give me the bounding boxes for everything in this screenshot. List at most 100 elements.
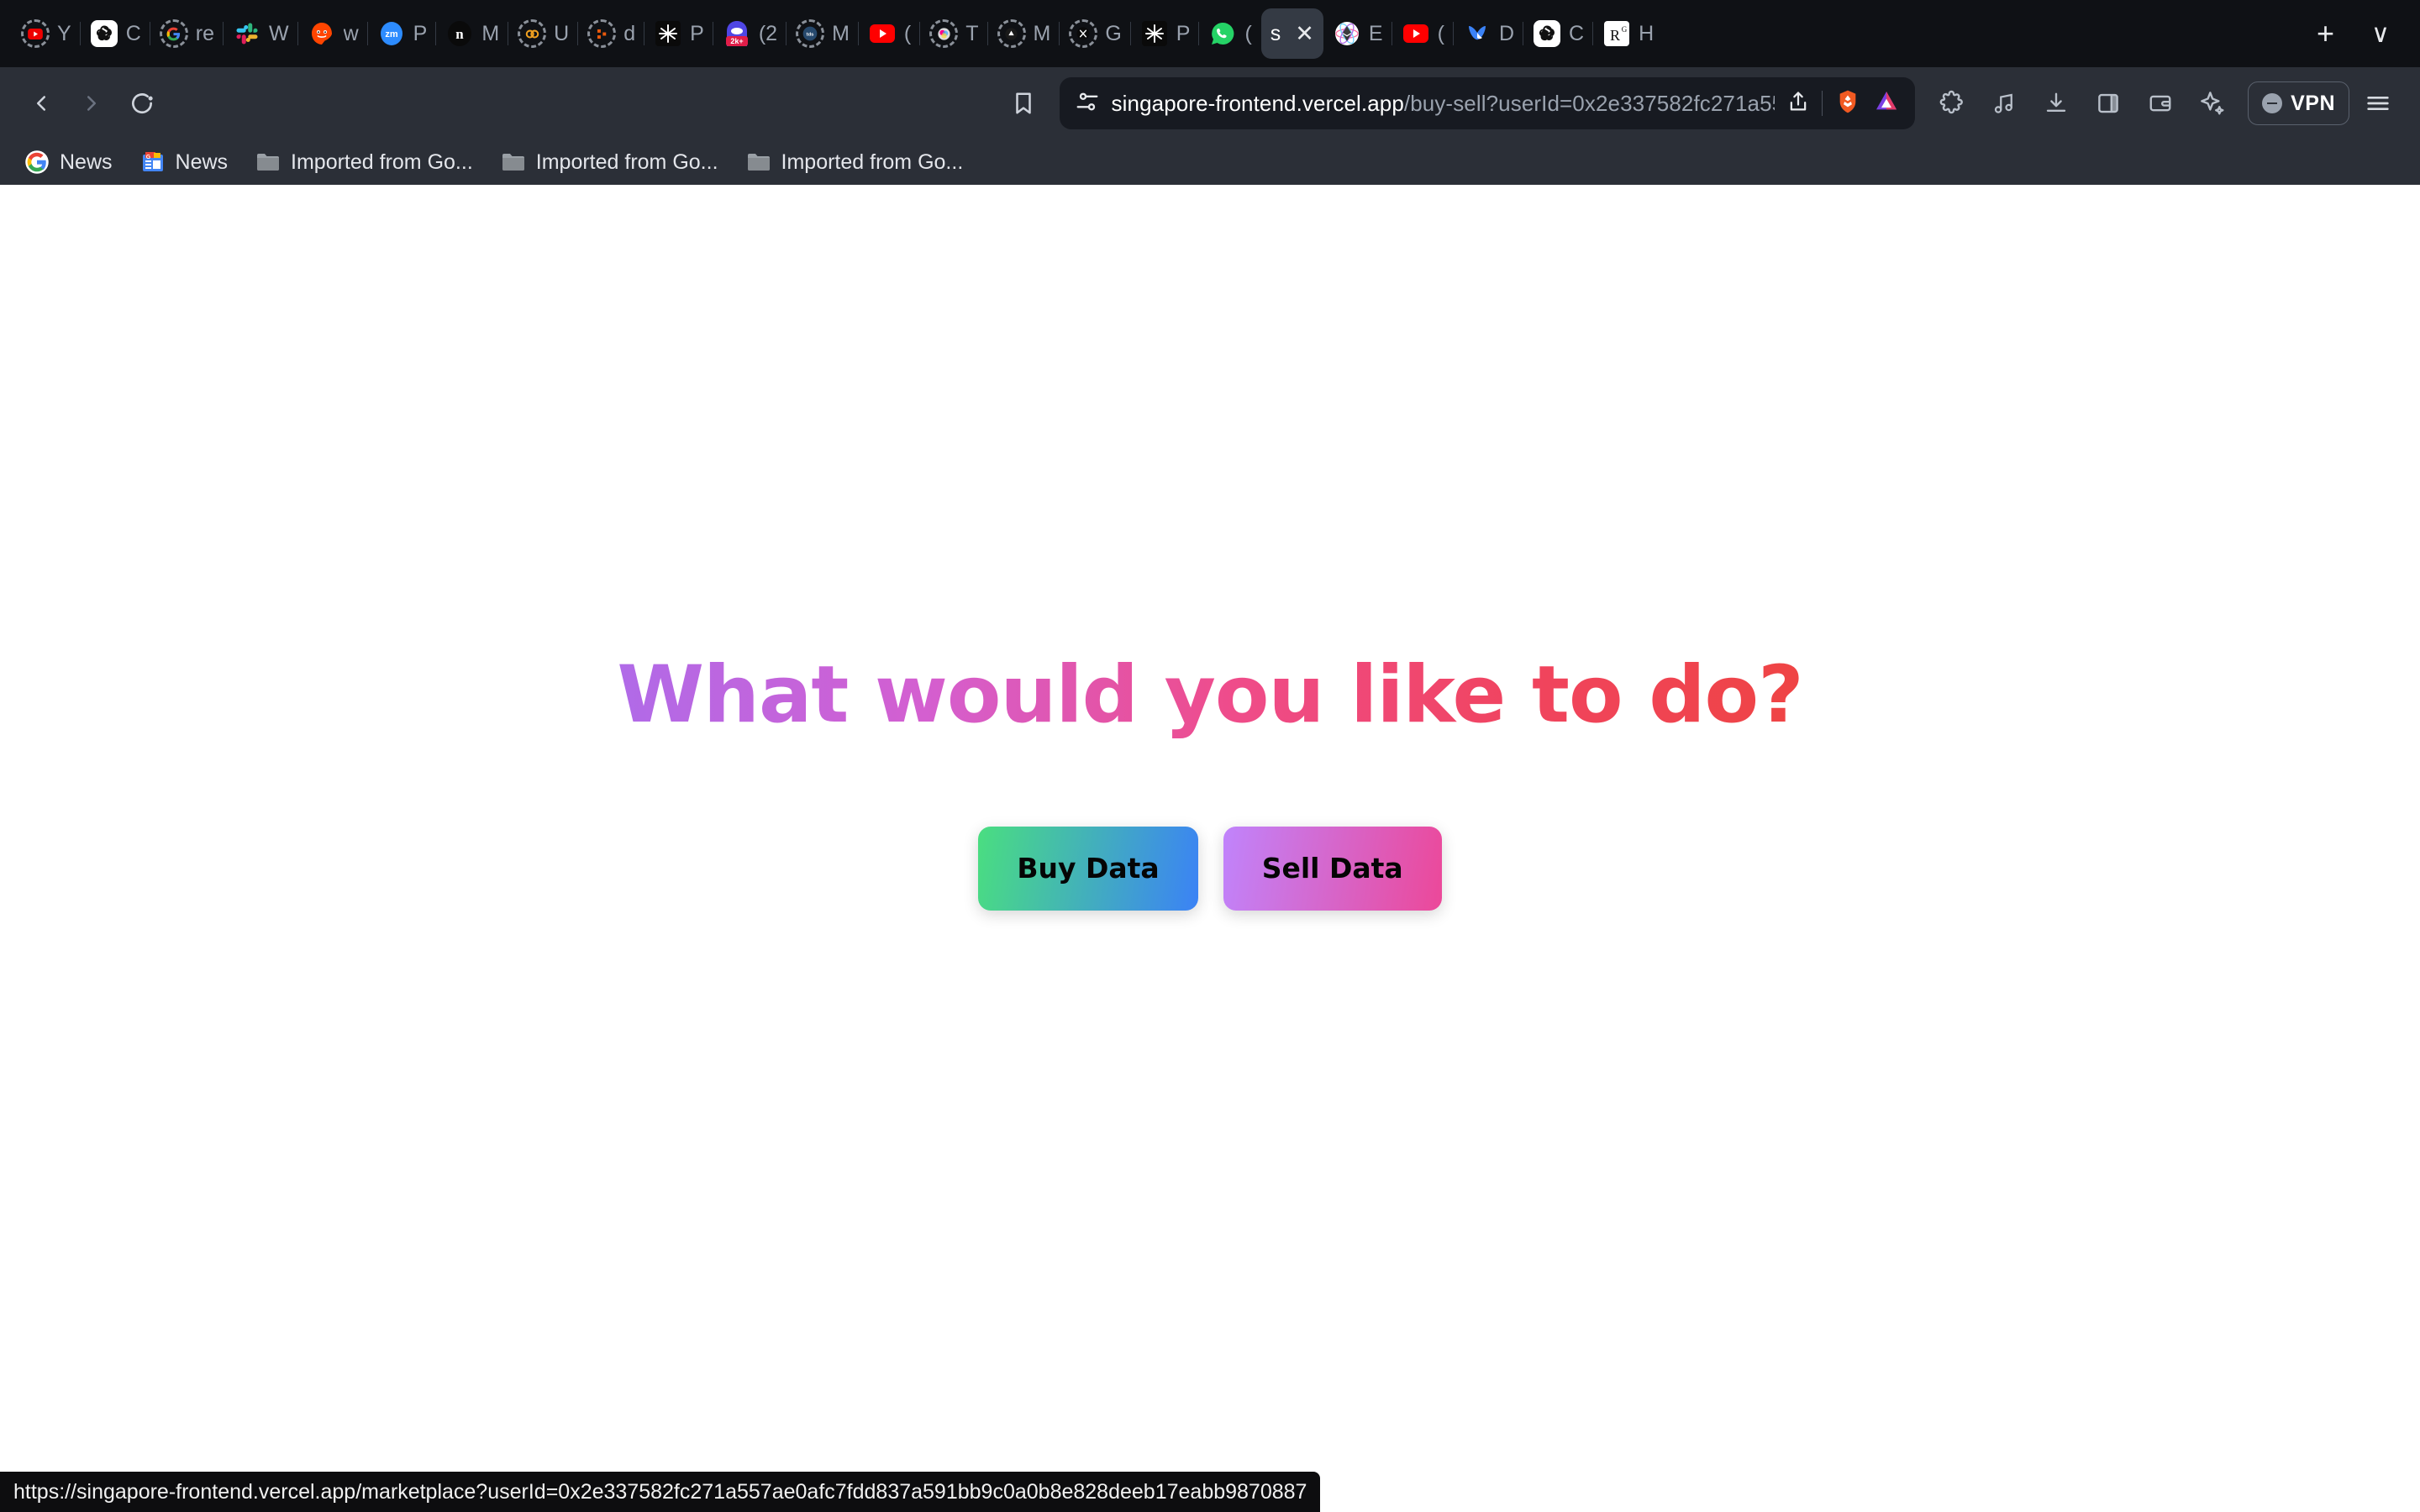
- tab[interactable]: (: [1391, 8, 1454, 59]
- tab-title: (: [903, 23, 912, 45]
- tab[interactable]: W: [222, 8, 298, 59]
- svg-text:G: G: [1622, 25, 1628, 34]
- tab[interactable]: P: [644, 8, 713, 59]
- tab-title: P: [413, 23, 428, 45]
- tab[interactable]: d: [577, 8, 644, 59]
- tab-title: H: [1639, 23, 1655, 45]
- tab[interactable]: D: [1452, 8, 1523, 59]
- bluebird-icon: [1463, 19, 1491, 48]
- dots-loading-icon: [587, 19, 617, 48]
- bookmark-label: Imported from Go...: [535, 150, 718, 174]
- tab[interactable]: (: [1198, 8, 1260, 59]
- sidebar-panel-icon[interactable]: [2085, 80, 2132, 127]
- bookmark-label: Imported from Go...: [781, 150, 964, 174]
- tab[interactable]: M: [986, 8, 1060, 59]
- action-button-row: Buy Data Sell Data: [978, 826, 1442, 911]
- music-note-icon[interactable]: [1981, 80, 2028, 127]
- tab-title: P: [690, 23, 704, 45]
- bookmark-button[interactable]: [1001, 81, 1046, 126]
- notion-icon: n: [445, 19, 474, 48]
- x-loading-icon: [1069, 19, 1098, 48]
- share-icon[interactable]: [1786, 90, 1810, 118]
- hamburger-menu-icon[interactable]: [2354, 80, 2402, 127]
- tab[interactable]: (: [857, 8, 920, 59]
- tab[interactable]: tds M: [786, 8, 859, 59]
- tab-title: U: [554, 23, 570, 45]
- bat-token-icon[interactable]: [1873, 88, 1900, 119]
- tds-loading-icon: tds: [796, 19, 825, 48]
- openai-icon: [90, 19, 118, 48]
- whatsapp-icon: [1208, 19, 1237, 48]
- wallet-icon[interactable]: [2137, 80, 2184, 127]
- tab-active[interactable]: s ✕: [1260, 8, 1323, 59]
- tab-title: W: [268, 23, 289, 45]
- youtube-icon: [868, 19, 897, 48]
- tab[interactable]: E: [1323, 8, 1392, 59]
- bookmark-item[interactable]: Imported from Go...: [735, 145, 974, 179]
- tab[interactable]: RG H: [1592, 8, 1663, 59]
- colorlens-loading-icon: [929, 19, 959, 48]
- close-icon[interactable]: ✕: [1295, 22, 1314, 45]
- asterisk-icon: [654, 19, 682, 48]
- bookmark-item[interactable]: Imported from Go...: [245, 145, 483, 179]
- tab-title: C: [1569, 23, 1585, 45]
- openai-icon: [1533, 19, 1561, 48]
- extensions-icon[interactable]: [1928, 80, 1975, 127]
- sell-data-button[interactable]: Sell Data: [1223, 826, 1442, 911]
- bookmark-item[interactable]: News: [13, 145, 123, 179]
- site-settings-icon[interactable]: [1075, 89, 1100, 118]
- triangle-loading-icon: [997, 19, 1026, 48]
- bookmark-label: News: [60, 150, 113, 174]
- reddit-icon: [308, 19, 336, 48]
- youtube-loading-icon: [21, 19, 50, 48]
- back-button[interactable]: [18, 81, 64, 126]
- download-icon[interactable]: [2033, 80, 2080, 127]
- google-g-icon: [24, 149, 50, 176]
- address-bar[interactable]: singapore-frontend.vercel.app/buy-sell?u…: [1059, 77, 1916, 129]
- tab[interactable]: w: [297, 8, 368, 59]
- google-news-icon: G: [139, 149, 166, 176]
- tab-title: M: [832, 23, 850, 45]
- tab[interactable]: Y: [12, 8, 81, 59]
- tab[interactable]: T: [919, 8, 987, 59]
- tab[interactable]: P: [1129, 8, 1200, 59]
- tab-title: P: [1176, 23, 1191, 45]
- forward-button[interactable]: [69, 81, 114, 126]
- tab[interactable]: re: [149, 8, 224, 59]
- new-tab-button[interactable]: +: [2298, 18, 2353, 49]
- tab[interactable]: C: [1522, 8, 1593, 59]
- tab-title: re: [195, 23, 214, 45]
- folder-icon: [500, 149, 527, 176]
- url-text[interactable]: singapore-frontend.vercel.app/buy-sell?u…: [1112, 91, 1776, 117]
- bookmark-item[interactable]: G News: [129, 145, 239, 179]
- tab[interactable]: C: [79, 8, 150, 59]
- vpn-button[interactable]: VPN: [2248, 81, 2349, 125]
- tab[interactable]: nM: [435, 8, 508, 59]
- youtube-icon: [1402, 19, 1430, 48]
- tab[interactable]: G: [1059, 8, 1130, 59]
- bookmark-item[interactable]: Imported from Go...: [490, 145, 729, 179]
- bookmark-label: News: [175, 150, 229, 174]
- folder-icon: [745, 149, 772, 176]
- brave-shield-icon[interactable]: [1834, 88, 1861, 119]
- chevron-down-icon[interactable]: ∨: [2353, 19, 2408, 49]
- tab-list[interactable]: Y Cre Ww zm Pn M Ud P 2k+ (2 tds M(T M G P(s ✕ E(D C R G H: [12, 8, 2298, 59]
- tab[interactable]: zm P: [366, 8, 437, 59]
- tab[interactable]: U: [508, 8, 578, 59]
- tab-title: Y: [57, 23, 71, 45]
- tab-title: C: [125, 23, 141, 45]
- reload-button[interactable]: [119, 81, 165, 126]
- sparkle-icon[interactable]: [2189, 80, 2236, 127]
- tab-title: (: [1244, 23, 1252, 45]
- svg-text:G: G: [145, 155, 150, 160]
- tab-strip: Y Cre Ww zm Pn M Ud P 2k+ (2 tds M(T M G P(s ✕ E(D C R G H +…: [0, 0, 2420, 67]
- browser-toolbar: singapore-frontend.vercel.app/buy-sell?u…: [0, 67, 2420, 139]
- url-path: /buy-sell?userId=0x2e337582fc271a557ae0a…: [1403, 90, 1775, 116]
- tab[interactable]: 2k+ (2: [712, 8, 786, 59]
- svg-text:n: n: [456, 26, 465, 42]
- tab-title: (: [1437, 23, 1444, 45]
- coinmarket-loading-icon: [518, 19, 547, 48]
- svg-text:zm: zm: [385, 29, 398, 39]
- svg-text:R: R: [1610, 27, 1620, 44]
- buy-data-button[interactable]: Buy Data: [978, 826, 1198, 911]
